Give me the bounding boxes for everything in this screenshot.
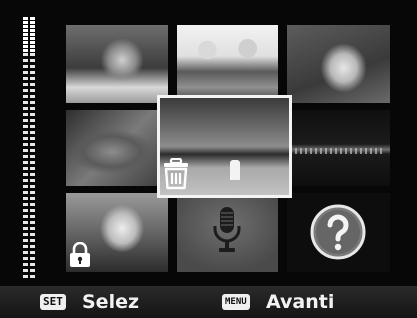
trash-icon <box>164 158 188 190</box>
thumbnail-couple-outdoors[interactable] <box>66 25 168 103</box>
select-label: Selez <box>82 291 140 313</box>
menu-key-badge: MENU <box>222 294 250 310</box>
next-label: Avanti <box>266 291 335 313</box>
microphone-icon <box>213 207 241 252</box>
thumbnail-city-night[interactable] <box>287 110 390 186</box>
set-key-badge: SET <box>40 294 66 310</box>
scroll-indicator <box>23 17 35 279</box>
thumbnail-leaf[interactable] <box>66 110 168 186</box>
thumbnail-child-portrait[interactable] <box>287 25 390 103</box>
scroll-position <box>23 17 35 52</box>
camera-playback-screen: SET Selez MENU Avanti <box>0 0 417 318</box>
question-icon <box>310 204 366 260</box>
thumbnail-children[interactable] <box>177 25 278 103</box>
lock-icon <box>70 242 90 267</box>
